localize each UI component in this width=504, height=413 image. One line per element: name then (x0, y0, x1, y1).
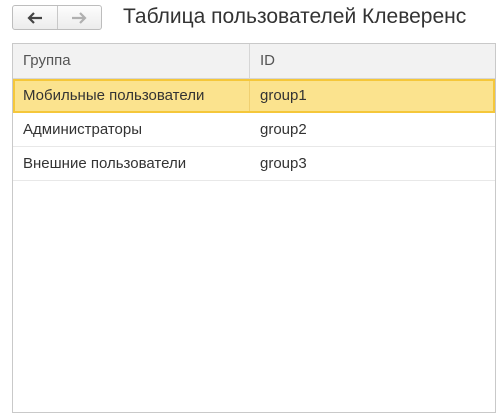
table-row[interactable]: Внешние пользователи group3 (13, 147, 495, 181)
cell-group: Администраторы (23, 121, 143, 138)
back-button[interactable] (13, 6, 57, 29)
cell-id: group2 (260, 121, 307, 138)
page-title: Таблица пользователей Клеверенс (123, 5, 467, 28)
forward-button[interactable] (56, 6, 102, 29)
arrow-right-icon (72, 11, 87, 24)
column-header-group[interactable]: Группа (13, 44, 250, 78)
column-header-id[interactable]: ID (250, 44, 495, 78)
cell-id: group3 (260, 155, 307, 172)
navigation-buttons (12, 5, 102, 30)
arrow-left-icon (27, 11, 42, 24)
table-header: Группа ID (13, 44, 495, 79)
cell-group: Мобильные пользователи (13, 79, 250, 112)
cell-group: Внешние пользователи (23, 155, 187, 172)
table-row[interactable]: Мобильные пользователи group1 (13, 79, 495, 113)
table-row[interactable]: Администраторы group2 (13, 113, 495, 147)
users-table[interactable]: Группа ID Мобильные пользователи group1 … (12, 43, 496, 413)
toolbar: Таблица пользователей Клеверенс (0, 0, 504, 36)
cell-id: group1 (260, 87, 307, 104)
